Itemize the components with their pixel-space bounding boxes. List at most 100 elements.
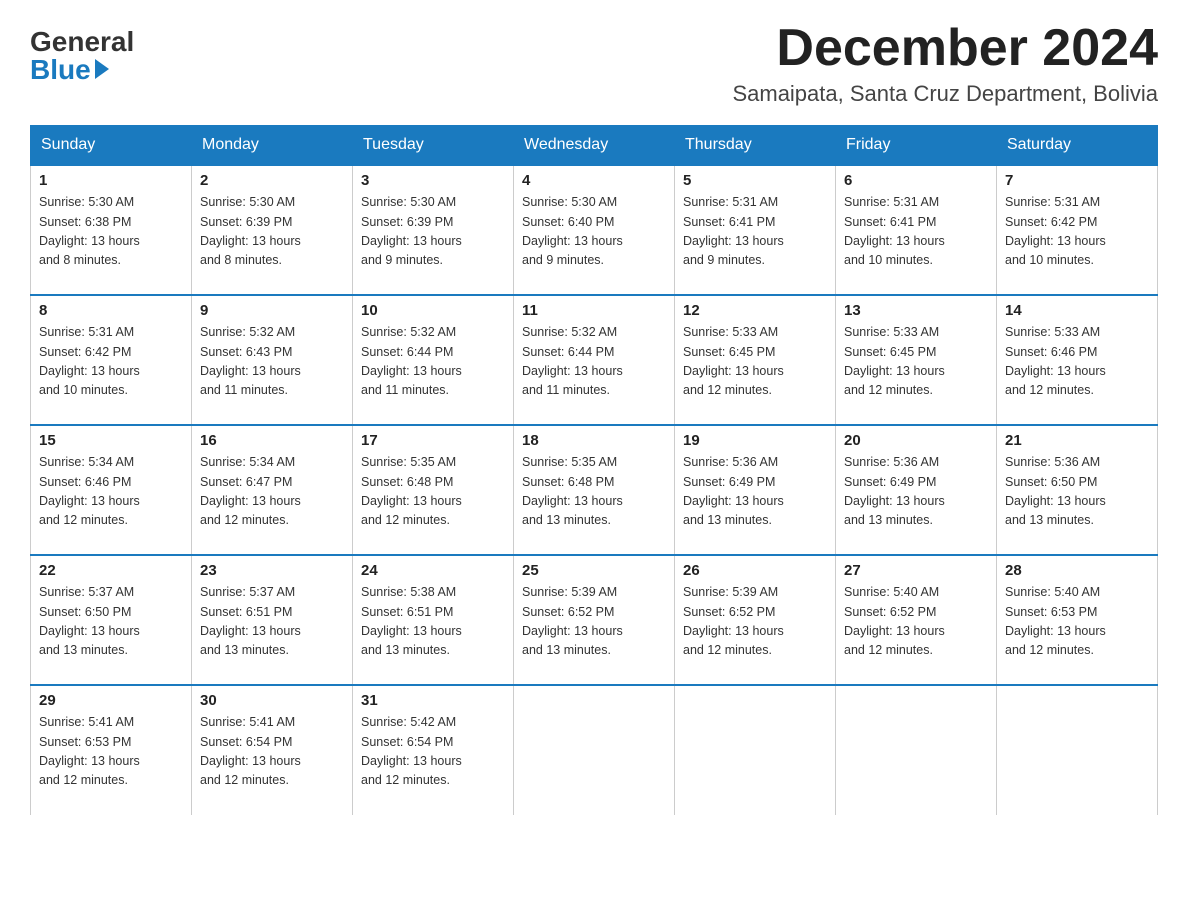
calendar-cell (836, 685, 997, 815)
calendar-cell: 20 Sunrise: 5:36 AM Sunset: 6:49 PM Dayl… (836, 425, 997, 555)
day-info: Sunrise: 5:31 AM Sunset: 6:42 PM Dayligh… (1005, 193, 1149, 271)
day-info: Sunrise: 5:39 AM Sunset: 6:52 PM Dayligh… (522, 583, 666, 661)
calendar-week-1: 1 Sunrise: 5:30 AM Sunset: 6:38 PM Dayli… (31, 165, 1158, 295)
header: General Blue December 2024 Samaipata, Sa… (30, 20, 1158, 107)
calendar-table: SundayMondayTuesdayWednesdayThursdayFrid… (30, 125, 1158, 815)
day-number: 2 (200, 172, 344, 189)
calendar-cell: 8 Sunrise: 5:31 AM Sunset: 6:42 PM Dayli… (31, 295, 192, 425)
calendar-header-wednesday: Wednesday (514, 126, 675, 166)
day-number: 10 (361, 302, 505, 319)
calendar-cell: 24 Sunrise: 5:38 AM Sunset: 6:51 PM Dayl… (353, 555, 514, 685)
day-number: 21 (1005, 432, 1149, 449)
day-number: 14 (1005, 302, 1149, 319)
day-number: 11 (522, 302, 666, 319)
calendar-cell: 10 Sunrise: 5:32 AM Sunset: 6:44 PM Dayl… (353, 295, 514, 425)
calendar-cell: 26 Sunrise: 5:39 AM Sunset: 6:52 PM Dayl… (675, 555, 836, 685)
calendar-week-5: 29 Sunrise: 5:41 AM Sunset: 6:53 PM Dayl… (31, 685, 1158, 815)
calendar-cell (675, 685, 836, 815)
day-info: Sunrise: 5:34 AM Sunset: 6:47 PM Dayligh… (200, 453, 344, 531)
logo-triangle-icon (95, 59, 109, 79)
day-number: 16 (200, 432, 344, 449)
calendar-cell: 16 Sunrise: 5:34 AM Sunset: 6:47 PM Dayl… (192, 425, 353, 555)
day-info: Sunrise: 5:32 AM Sunset: 6:44 PM Dayligh… (522, 323, 666, 401)
calendar-cell: 21 Sunrise: 5:36 AM Sunset: 6:50 PM Dayl… (997, 425, 1158, 555)
day-info: Sunrise: 5:36 AM Sunset: 6:49 PM Dayligh… (844, 453, 988, 531)
calendar-cell: 14 Sunrise: 5:33 AM Sunset: 6:46 PM Dayl… (997, 295, 1158, 425)
day-number: 29 (39, 692, 183, 709)
day-number: 13 (844, 302, 988, 319)
calendar-cell: 31 Sunrise: 5:42 AM Sunset: 6:54 PM Dayl… (353, 685, 514, 815)
day-info: Sunrise: 5:37 AM Sunset: 6:51 PM Dayligh… (200, 583, 344, 661)
calendar-header-tuesday: Tuesday (353, 126, 514, 166)
calendar-cell: 4 Sunrise: 5:30 AM Sunset: 6:40 PM Dayli… (514, 165, 675, 295)
day-info: Sunrise: 5:32 AM Sunset: 6:44 PM Dayligh… (361, 323, 505, 401)
logo-blue-text: Blue (30, 56, 109, 84)
day-info: Sunrise: 5:39 AM Sunset: 6:52 PM Dayligh… (683, 583, 827, 661)
day-number: 3 (361, 172, 505, 189)
day-info: Sunrise: 5:36 AM Sunset: 6:50 PM Dayligh… (1005, 453, 1149, 531)
day-number: 22 (39, 562, 183, 579)
calendar-cell: 9 Sunrise: 5:32 AM Sunset: 6:43 PM Dayli… (192, 295, 353, 425)
day-number: 9 (200, 302, 344, 319)
day-number: 5 (683, 172, 827, 189)
day-info: Sunrise: 5:38 AM Sunset: 6:51 PM Dayligh… (361, 583, 505, 661)
calendar-header-row: SundayMondayTuesdayWednesdayThursdayFrid… (31, 126, 1158, 166)
calendar-cell: 7 Sunrise: 5:31 AM Sunset: 6:42 PM Dayli… (997, 165, 1158, 295)
calendar-cell: 22 Sunrise: 5:37 AM Sunset: 6:50 PM Dayl… (31, 555, 192, 685)
day-info: Sunrise: 5:34 AM Sunset: 6:46 PM Dayligh… (39, 453, 183, 531)
calendar-cell: 12 Sunrise: 5:33 AM Sunset: 6:45 PM Dayl… (675, 295, 836, 425)
calendar-cell: 27 Sunrise: 5:40 AM Sunset: 6:52 PM Dayl… (836, 555, 997, 685)
day-info: Sunrise: 5:33 AM Sunset: 6:45 PM Dayligh… (844, 323, 988, 401)
day-number: 8 (39, 302, 183, 319)
day-number: 6 (844, 172, 988, 189)
calendar-header-sunday: Sunday (31, 126, 192, 166)
day-number: 12 (683, 302, 827, 319)
calendar-week-4: 22 Sunrise: 5:37 AM Sunset: 6:50 PM Dayl… (31, 555, 1158, 685)
day-info: Sunrise: 5:30 AM Sunset: 6:39 PM Dayligh… (361, 193, 505, 271)
day-info: Sunrise: 5:31 AM Sunset: 6:41 PM Dayligh… (683, 193, 827, 271)
day-info: Sunrise: 5:30 AM Sunset: 6:40 PM Dayligh… (522, 193, 666, 271)
day-info: Sunrise: 5:42 AM Sunset: 6:54 PM Dayligh… (361, 713, 505, 791)
logo-general-text: General (30, 28, 134, 56)
day-number: 4 (522, 172, 666, 189)
calendar-cell: 29 Sunrise: 5:41 AM Sunset: 6:53 PM Dayl… (31, 685, 192, 815)
day-number: 15 (39, 432, 183, 449)
day-info: Sunrise: 5:30 AM Sunset: 6:39 PM Dayligh… (200, 193, 344, 271)
day-number: 18 (522, 432, 666, 449)
day-info: Sunrise: 5:35 AM Sunset: 6:48 PM Dayligh… (361, 453, 505, 531)
calendar-week-3: 15 Sunrise: 5:34 AM Sunset: 6:46 PM Dayl… (31, 425, 1158, 555)
day-number: 28 (1005, 562, 1149, 579)
day-info: Sunrise: 5:40 AM Sunset: 6:53 PM Dayligh… (1005, 583, 1149, 661)
day-info: Sunrise: 5:35 AM Sunset: 6:48 PM Dayligh… (522, 453, 666, 531)
day-info: Sunrise: 5:31 AM Sunset: 6:41 PM Dayligh… (844, 193, 988, 271)
day-info: Sunrise: 5:32 AM Sunset: 6:43 PM Dayligh… (200, 323, 344, 401)
calendar-header-saturday: Saturday (997, 126, 1158, 166)
calendar-cell: 17 Sunrise: 5:35 AM Sunset: 6:48 PM Dayl… (353, 425, 514, 555)
day-number: 31 (361, 692, 505, 709)
calendar-cell: 11 Sunrise: 5:32 AM Sunset: 6:44 PM Dayl… (514, 295, 675, 425)
day-number: 27 (844, 562, 988, 579)
logo: General Blue (30, 20, 134, 84)
day-number: 7 (1005, 172, 1149, 189)
day-info: Sunrise: 5:36 AM Sunset: 6:49 PM Dayligh… (683, 453, 827, 531)
calendar-header-thursday: Thursday (675, 126, 836, 166)
calendar-cell: 1 Sunrise: 5:30 AM Sunset: 6:38 PM Dayli… (31, 165, 192, 295)
calendar-cell: 19 Sunrise: 5:36 AM Sunset: 6:49 PM Dayl… (675, 425, 836, 555)
calendar-cell: 25 Sunrise: 5:39 AM Sunset: 6:52 PM Dayl… (514, 555, 675, 685)
day-info: Sunrise: 5:41 AM Sunset: 6:54 PM Dayligh… (200, 713, 344, 791)
day-info: Sunrise: 5:33 AM Sunset: 6:45 PM Dayligh… (683, 323, 827, 401)
day-number: 1 (39, 172, 183, 189)
day-number: 23 (200, 562, 344, 579)
calendar-cell (997, 685, 1158, 815)
calendar-cell: 23 Sunrise: 5:37 AM Sunset: 6:51 PM Dayl… (192, 555, 353, 685)
day-number: 24 (361, 562, 505, 579)
calendar-cell: 3 Sunrise: 5:30 AM Sunset: 6:39 PM Dayli… (353, 165, 514, 295)
day-info: Sunrise: 5:31 AM Sunset: 6:42 PM Dayligh… (39, 323, 183, 401)
calendar-cell: 6 Sunrise: 5:31 AM Sunset: 6:41 PM Dayli… (836, 165, 997, 295)
day-info: Sunrise: 5:40 AM Sunset: 6:52 PM Dayligh… (844, 583, 988, 661)
calendar-cell: 18 Sunrise: 5:35 AM Sunset: 6:48 PM Dayl… (514, 425, 675, 555)
day-info: Sunrise: 5:30 AM Sunset: 6:38 PM Dayligh… (39, 193, 183, 271)
calendar-cell: 28 Sunrise: 5:40 AM Sunset: 6:53 PM Dayl… (997, 555, 1158, 685)
calendar-cell: 2 Sunrise: 5:30 AM Sunset: 6:39 PM Dayli… (192, 165, 353, 295)
month-title: December 2024 (732, 20, 1158, 77)
